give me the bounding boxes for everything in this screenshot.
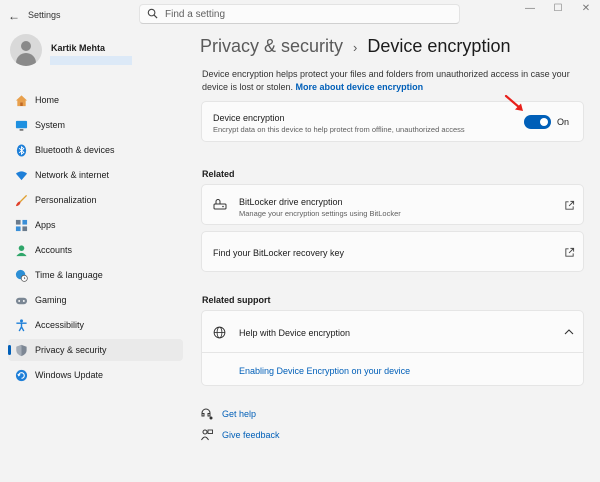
sidebar-item-network[interactable]: Network & internet: [8, 164, 183, 186]
sidebar-item-system[interactable]: System: [8, 114, 183, 136]
globe-clock-icon: [14, 268, 28, 282]
sidebar-item-label: System: [35, 120, 66, 130]
sidebar-item-label: Accessibility: [35, 320, 85, 330]
sidebar-item-time-language[interactable]: Time & language: [8, 264, 183, 286]
enabling-encryption-link[interactable]: Enabling Device Encryption on your devic…: [239, 366, 410, 376]
toggle-state-label: On: [557, 117, 570, 127]
device-encryption-title: Device encryption: [213, 113, 285, 123]
annotation-arrow-icon: [504, 94, 523, 111]
breadcrumb-parent[interactable]: Privacy & security: [200, 36, 343, 57]
breadcrumb-separator: ›: [353, 40, 358, 55]
title-bar: ← Settings — ☐ ✕: [0, 0, 600, 30]
user-avatar[interactable]: [10, 34, 42, 66]
user-email-redacted: [50, 56, 132, 65]
bluetooth-icon: [14, 143, 28, 157]
sidebar-item-apps[interactable]: Apps: [8, 214, 183, 236]
help-expander-card: Help with Device encryption Enabling Dev…: [201, 310, 584, 386]
sidebar-item-label: Gaming: [35, 295, 67, 305]
help-title: Help with Device encryption: [239, 328, 351, 338]
device-encryption-card: Device encryption Encrypt data on this d…: [201, 101, 584, 142]
give-feedback-row[interactable]: Give feedback: [201, 429, 280, 441]
accounts-icon: [14, 243, 28, 257]
sidebar-nav: Home System Bluetooth & devices Network …: [8, 89, 183, 389]
give-feedback-link[interactable]: Give feedback: [222, 430, 280, 440]
accessibility-icon: [14, 318, 28, 332]
search-icon: [147, 8, 158, 19]
get-help-icon: [201, 408, 213, 420]
bitlocker-key-icon: [213, 199, 227, 210]
search-input[interactable]: [165, 7, 445, 22]
globe-icon: [213, 326, 226, 339]
sidebar-item-windows-update[interactable]: Windows Update: [8, 364, 183, 386]
sidebar-item-label: Windows Update: [35, 370, 104, 380]
bitlocker-card[interactable]: BitLocker drive encryption Manage your e…: [201, 184, 584, 225]
give-feedback-icon: [201, 429, 213, 441]
get-help-row[interactable]: Get help: [201, 408, 256, 420]
apps-icon: [14, 218, 28, 232]
recovery-key-title: Find your BitLocker recovery key: [213, 248, 345, 258]
wifi-icon: [14, 168, 28, 182]
sidebar-item-label: Time & language: [35, 270, 103, 280]
sidebar-item-privacy-security[interactable]: Privacy & security: [8, 339, 183, 361]
search-box[interactable]: [139, 4, 460, 24]
gamepad-icon: [14, 293, 28, 307]
page-title: Device encryption: [367, 36, 511, 56]
home-icon: [14, 93, 28, 107]
app-title: Settings: [28, 10, 61, 20]
close-button[interactable]: ✕: [578, 3, 594, 14]
device-encryption-toggle[interactable]: [524, 115, 551, 129]
sidebar-item-label: Accounts: [35, 245, 73, 255]
sidebar-item-label: Privacy & security: [35, 345, 107, 355]
maximize-button[interactable]: ☐: [550, 3, 566, 14]
bitlocker-subtitle: Manage your encryption settings using Bi…: [239, 209, 401, 218]
more-about-link[interactable]: More about device encryption: [296, 82, 424, 92]
sidebar-item-label: Bluetooth & devices: [35, 145, 115, 155]
related-heading: Related: [202, 169, 235, 179]
sidebar-item-home[interactable]: Home: [8, 89, 183, 111]
device-encryption-subtitle: Encrypt data on this device to help prot…: [213, 125, 465, 134]
external-link-icon: [565, 247, 575, 257]
update-icon: [14, 368, 28, 382]
sidebar-item-accessibility[interactable]: Accessibility: [8, 314, 183, 336]
help-expander-header[interactable]: Help with Device encryption: [202, 311, 583, 353]
breadcrumb: Privacy & security › Device encryption: [200, 36, 510, 60]
chevron-up-icon[interactable]: [564, 328, 574, 336]
sidebar-item-label: Apps: [35, 220, 56, 230]
sidebar-item-label: Network & internet: [35, 170, 110, 180]
sidebar-item-gaming[interactable]: Gaming: [8, 289, 183, 311]
sidebar-item-label: Home: [35, 95, 60, 105]
user-name: Kartik Mehta: [51, 43, 106, 53]
external-link-icon: [565, 200, 575, 210]
shield-icon: [14, 343, 28, 357]
page-description: Device encryption helps protect your fil…: [202, 68, 582, 93]
sidebar-item-personalization[interactable]: Personalization: [8, 189, 183, 211]
get-help-link[interactable]: Get help: [222, 409, 256, 419]
recovery-key-card[interactable]: Find your BitLocker recovery key: [201, 231, 584, 272]
sidebar-item-label: Personalization: [35, 195, 97, 205]
bitlocker-title: BitLocker drive encryption: [239, 197, 343, 207]
brush-icon: [14, 193, 28, 207]
sidebar-item-accounts[interactable]: Accounts: [8, 239, 183, 261]
minimize-button[interactable]: —: [522, 3, 538, 14]
back-arrow-icon[interactable]: ←: [8, 9, 20, 23]
related-support-heading: Related support: [202, 295, 271, 305]
sidebar-item-bluetooth[interactable]: Bluetooth & devices: [8, 139, 183, 161]
system-icon: [14, 118, 28, 132]
